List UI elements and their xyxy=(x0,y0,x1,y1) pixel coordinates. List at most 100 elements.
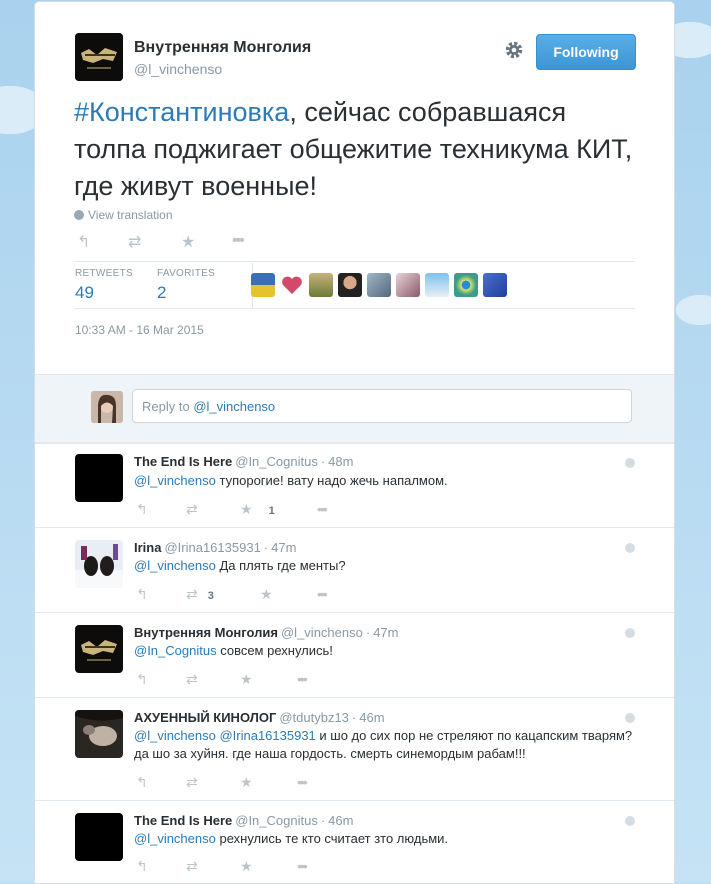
reply-author-handle[interactable]: @tdutybz13 xyxy=(279,710,349,725)
more-icon[interactable]: ••• xyxy=(297,671,308,687)
reply-item[interactable]: АХУЕННЫЙ КИНОЛОГ @tdutybz13 · 46m @l_vinche… xyxy=(35,697,674,801)
reply-time[interactable]: 47m xyxy=(271,540,296,555)
tweet-timestamp[interactable]: 10:33 AM - 16 Mar 2015 xyxy=(75,323,204,337)
retweet-icon[interactable]: ⇄ xyxy=(128,232,141,252)
tweet-card: Внутренняя Монголия @l_vinchenso Followi… xyxy=(34,1,675,884)
favorite-icon[interactable]: ★ xyxy=(181,232,195,252)
gear-icon[interactable] xyxy=(504,40,524,60)
retweet-icon[interactable]: ⇄ xyxy=(186,774,198,791)
more-options-icon[interactable] xyxy=(625,713,635,723)
favoriter-avatar[interactable] xyxy=(396,273,420,297)
reply-icon[interactable]: ↰ xyxy=(77,232,90,252)
retweet-icon[interactable]: ⇄ 3 xyxy=(186,586,214,603)
avatar[interactable] xyxy=(75,625,123,673)
retweet-icon[interactable]: ⇄ xyxy=(186,671,198,688)
favoriter-avatar[interactable] xyxy=(251,273,275,297)
retweets-count[interactable]: 49 xyxy=(75,283,94,303)
favorite-count: 1 xyxy=(268,505,275,517)
avatar[interactable] xyxy=(75,710,123,758)
reply-text: @l_vinchenso рехнулись те кто считает зт… xyxy=(134,830,634,848)
reply-body: рехнулись те кто считает зто людьми. xyxy=(215,831,449,846)
reply-author[interactable]: The End Is Here @In_Cognitus · 48m xyxy=(134,454,353,469)
reply-icon[interactable]: ↰ xyxy=(136,671,148,688)
mention-link[interactable]: @l_vinchenso xyxy=(134,473,216,488)
reply-item[interactable]: The End Is Here @In_Cognitus · 48m @l_vinch… xyxy=(35,442,674,528)
reply-author[interactable]: Внутренняя Монголия @l_vinchenso · 47m xyxy=(134,625,398,640)
more-icon[interactable]: ••• xyxy=(317,586,328,602)
reply-author[interactable]: АХУЕННЫЙ КИНОЛОГ @tdutybz13 · 46m xyxy=(134,710,385,725)
reply-icon[interactable]: ↰ xyxy=(136,858,148,875)
avatar[interactable] xyxy=(75,813,123,861)
more-icon[interactable]: ••• xyxy=(297,858,308,874)
more-options-icon[interactable] xyxy=(625,543,635,553)
reply-separator: · xyxy=(263,540,269,555)
reply-body: Да плять где менты? xyxy=(215,558,346,573)
favorite-icon[interactable]: ★ xyxy=(240,671,253,688)
reply-text: @In_Cognitus совсем рехнулись! xyxy=(134,642,634,660)
mention-link[interactable]: @l_vinchenso xyxy=(134,558,216,573)
divider xyxy=(74,261,635,262)
reply-item[interactable]: Irina @Irina16135931 · 47m @l_vinchenso Да … xyxy=(35,527,674,613)
reply-time[interactable]: 47m xyxy=(373,625,398,640)
view-translation-link[interactable]: View translation xyxy=(74,208,173,222)
reply-time[interactable]: 48m xyxy=(328,454,353,469)
favoriter-avatar[interactable] xyxy=(280,273,304,297)
favorite-icon[interactable]: ★ 1 xyxy=(240,501,275,518)
reply-time[interactable]: 46m xyxy=(359,710,384,725)
reply-item[interactable]: Внутренняя Монголия @l_vinchenso · 47m @In_… xyxy=(35,612,674,698)
favorite-icon[interactable]: ★ xyxy=(240,774,253,791)
more-icon[interactable]: ••• xyxy=(317,501,328,517)
favorites-count[interactable]: 2 xyxy=(157,283,166,303)
reply-time[interactable]: 46m xyxy=(328,813,353,828)
author-name[interactable]: Внутренняя Монголия xyxy=(134,39,311,57)
more-icon[interactable]: ••• xyxy=(297,774,308,790)
reply-icon[interactable]: ↰ xyxy=(136,774,148,791)
reply-author-handle[interactable]: @In_Cognitus xyxy=(235,813,318,828)
mention-link[interactable]: @l_vinchenso @Irina16135931 xyxy=(134,728,316,743)
favoriter-avatar[interactable] xyxy=(425,273,449,297)
divider xyxy=(74,308,635,309)
favorite-icon[interactable]: ★ xyxy=(260,586,273,603)
reply-author-handle[interactable]: @l_vinchenso xyxy=(281,625,363,640)
reply-author-name[interactable]: АХУЕННЫЙ КИНОЛОГ xyxy=(134,710,276,725)
favoriter-avatar[interactable] xyxy=(367,273,391,297)
reply-author-name[interactable]: The End Is Here xyxy=(134,813,232,828)
mention-link[interactable]: @In_Cognitus xyxy=(134,643,217,658)
author-avatar[interactable] xyxy=(75,33,123,81)
reply-box-area: Reply to @l_vinchenso xyxy=(35,374,674,444)
mention-link[interactable]: @l_vinchenso xyxy=(134,831,216,846)
more-options-icon[interactable] xyxy=(625,816,635,826)
reply-author-handle[interactable]: @In_Cognitus xyxy=(235,454,318,469)
reply-author[interactable]: The End Is Here @In_Cognitus · 46m xyxy=(134,813,353,828)
favoriter-avatar[interactable] xyxy=(454,273,478,297)
favoriter-avatar[interactable] xyxy=(338,273,362,297)
favoriter-avatar[interactable] xyxy=(483,273,507,297)
author-handle[interactable]: @l_vinchenso xyxy=(134,61,222,77)
more-options-icon[interactable] xyxy=(625,458,635,468)
more-options-icon[interactable] xyxy=(625,628,635,638)
reply-author-handle[interactable]: @Irina16135931 xyxy=(164,540,260,555)
retweet-icon[interactable]: ⇄ xyxy=(186,858,198,875)
reply-item[interactable]: The End Is Here @In_Cognitus · 46m @l_vinch… xyxy=(35,800,674,883)
reply-author-name[interactable]: Внутренняя Монголия xyxy=(134,625,278,640)
favorite-icon[interactable]: ★ xyxy=(240,858,253,875)
hashtag-link[interactable]: #Константиновка xyxy=(74,97,289,127)
avatar[interactable] xyxy=(75,454,123,502)
reply-author-name[interactable]: Irina xyxy=(134,540,161,555)
reply-text: @l_vinchenso Да плять где менты? xyxy=(134,557,634,575)
reply-author[interactable]: Irina @Irina16135931 · 47m xyxy=(134,540,296,555)
retweets-label[interactable]: RETWEETS xyxy=(75,268,133,279)
reply-input[interactable]: Reply to @l_vinchenso xyxy=(132,389,632,423)
favoriter-avatar[interactable] xyxy=(309,273,333,297)
reply-separator: · xyxy=(365,625,371,640)
reply-icon[interactable]: ↰ xyxy=(136,586,148,603)
reply-author-name[interactable]: The End Is Here xyxy=(134,454,232,469)
reply-separator: · xyxy=(320,454,326,469)
reply-icon[interactable]: ↰ xyxy=(136,501,148,518)
retweet-icon[interactable]: ⇄ xyxy=(186,501,198,518)
avatar[interactable] xyxy=(75,540,123,588)
more-icon[interactable]: ••• xyxy=(232,232,245,250)
view-translation-label[interactable]: View translation xyxy=(88,208,173,222)
following-button[interactable]: Following xyxy=(536,34,636,70)
favorites-label[interactable]: FAVORITES xyxy=(157,268,215,279)
